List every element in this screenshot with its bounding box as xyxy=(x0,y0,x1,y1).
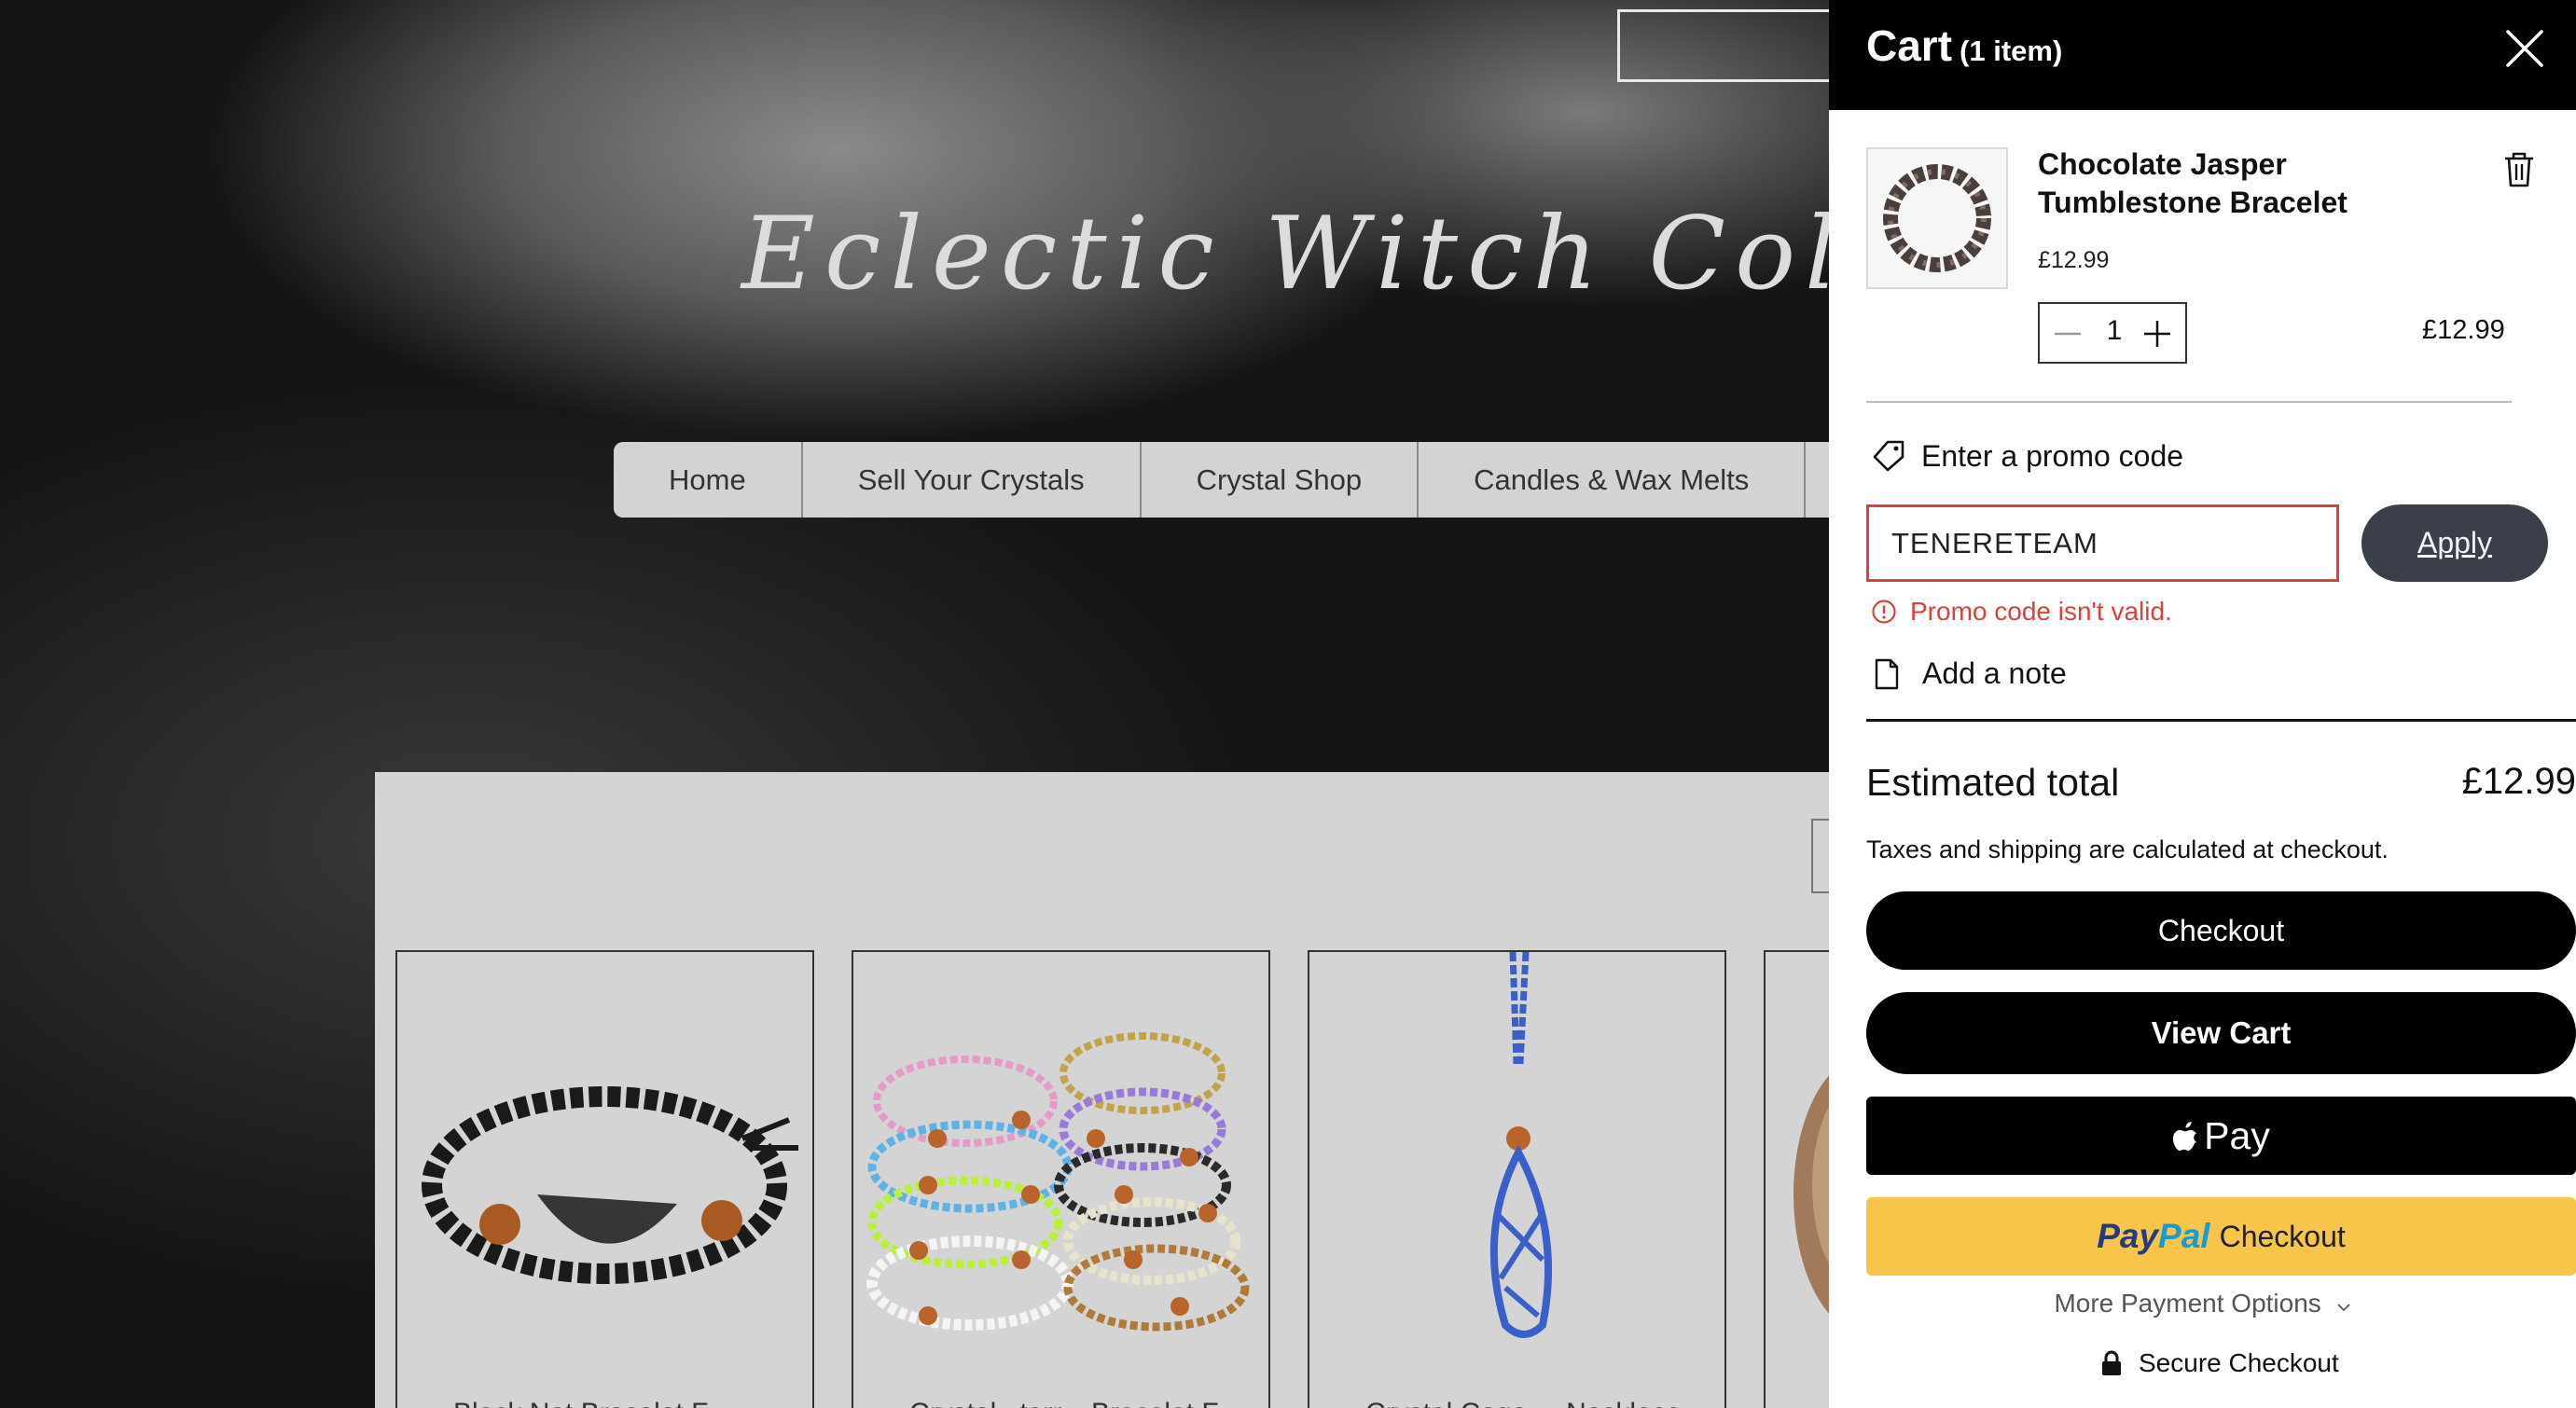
product-image xyxy=(422,1086,798,1284)
bracelet-image xyxy=(1868,149,2006,287)
promo-code-toggle[interactable]: Enter a promo code xyxy=(1871,438,2183,474)
promo-code-input[interactable] xyxy=(1866,504,2339,582)
paypal-logo-pay: Pay xyxy=(2097,1217,2159,1255)
tag-icon xyxy=(1873,440,1904,472)
cart-item-name[interactable]: Chocolate Jasper Tumblestone Bracelet xyxy=(2038,145,2411,222)
trash-icon[interactable] xyxy=(2502,151,2536,188)
product-title: Black Net Bracelet F... xyxy=(453,1398,728,1408)
promo-code-toggle-label: Enter a promo code xyxy=(1921,438,2184,473)
cart-item-count: (1 item) xyxy=(1960,35,2063,67)
hero-outline-button[interactable] xyxy=(1617,9,1860,82)
apple-pay-button[interactable]: Pay xyxy=(1866,1097,2576,1175)
add-note-label: Add a note xyxy=(1922,656,2067,690)
quantity-stepper: 1 xyxy=(2038,302,2187,364)
more-payment-label: More Payment Options xyxy=(2054,1289,2321,1318)
estimated-total-value: £12.99 xyxy=(2461,761,2576,802)
product-card[interactable]: Crystal...terr... Bracelet F... xyxy=(852,950,1270,1408)
more-payment-options[interactable]: More Payment Options xyxy=(1829,1289,2576,1318)
product-title: Crystal...terr... Bracelet F... xyxy=(909,1398,1239,1408)
nav-item-sell-your-crystals[interactable]: Sell Your Crystals xyxy=(803,442,1142,518)
view-cart-button[interactable]: View Cart xyxy=(1866,992,2576,1074)
cart-title-text: Cart xyxy=(1866,21,1953,70)
paypal-checkout-button[interactable]: Pay Pal Checkout xyxy=(1866,1197,2576,1276)
promo-error-text: Promo code isn't valid. xyxy=(1910,597,2172,626)
divider xyxy=(1866,401,2512,403)
estimated-total-label: Estimated total xyxy=(1866,761,2120,804)
nav-item-candles-wax-melts[interactable]: Candles & Wax Melts xyxy=(1419,442,1807,518)
promo-error-message: Promo code isn't valid. xyxy=(1871,597,2172,627)
secure-checkout: Secure Checkout xyxy=(2099,1348,2339,1378)
divider xyxy=(1866,719,2576,722)
apple-logo-icon xyxy=(2173,1122,2197,1151)
checkout-button[interactable]: Checkout xyxy=(1866,891,2576,970)
product-image xyxy=(866,1032,1250,1332)
main-nav: Home Sell Your Crystals Crystal Shop Can… xyxy=(614,442,1846,518)
paypal-checkout-label: Checkout xyxy=(2219,1219,2346,1253)
cart-header: Cart (1 item) xyxy=(1829,0,2576,110)
cart-item-line-total: £12.99 xyxy=(2422,315,2505,345)
document-icon xyxy=(1875,658,1899,689)
minus-icon[interactable] xyxy=(2047,313,2088,354)
product-card[interactable]: Black Net Bracelet F... xyxy=(395,950,814,1408)
lock-icon xyxy=(2102,1350,2121,1375)
add-note-toggle[interactable]: Add a note xyxy=(1874,656,2067,691)
close-icon[interactable] xyxy=(2502,26,2547,71)
apply-promo-button[interactable]: Apply xyxy=(2361,504,2548,582)
plus-icon[interactable] xyxy=(2137,313,2178,354)
product-card[interactable]: Crystal Cage ... Necklace xyxy=(1308,950,1726,1408)
quantity-value[interactable]: 1 xyxy=(2098,315,2131,347)
apple-pay-label: Pay xyxy=(2204,1113,2270,1157)
product-image xyxy=(1489,952,1553,1338)
error-icon xyxy=(1872,600,1896,624)
chevron-down-icon xyxy=(2336,1304,2350,1312)
cart-title: Cart (1 item) xyxy=(1866,21,2062,71)
cart-item-thumbnail[interactable] xyxy=(1866,147,2008,289)
cart-panel: Cart (1 item) Chocolate Jasper Tumbleston… xyxy=(1829,0,2576,1408)
cart-item-unit-price: £12.99 xyxy=(2038,247,2110,273)
tax-note: Taxes and shipping are calculated at che… xyxy=(1866,835,2389,863)
paypal-logo-pal: Pal xyxy=(2158,1217,2210,1255)
product-title: Crystal Cage ... Necklace xyxy=(1365,1398,1681,1408)
secure-checkout-label: Secure Checkout xyxy=(2139,1348,2339,1377)
nav-item-home[interactable]: Home xyxy=(614,442,803,518)
nav-item-crystal-shop[interactable]: Crystal Shop xyxy=(1142,442,1420,518)
